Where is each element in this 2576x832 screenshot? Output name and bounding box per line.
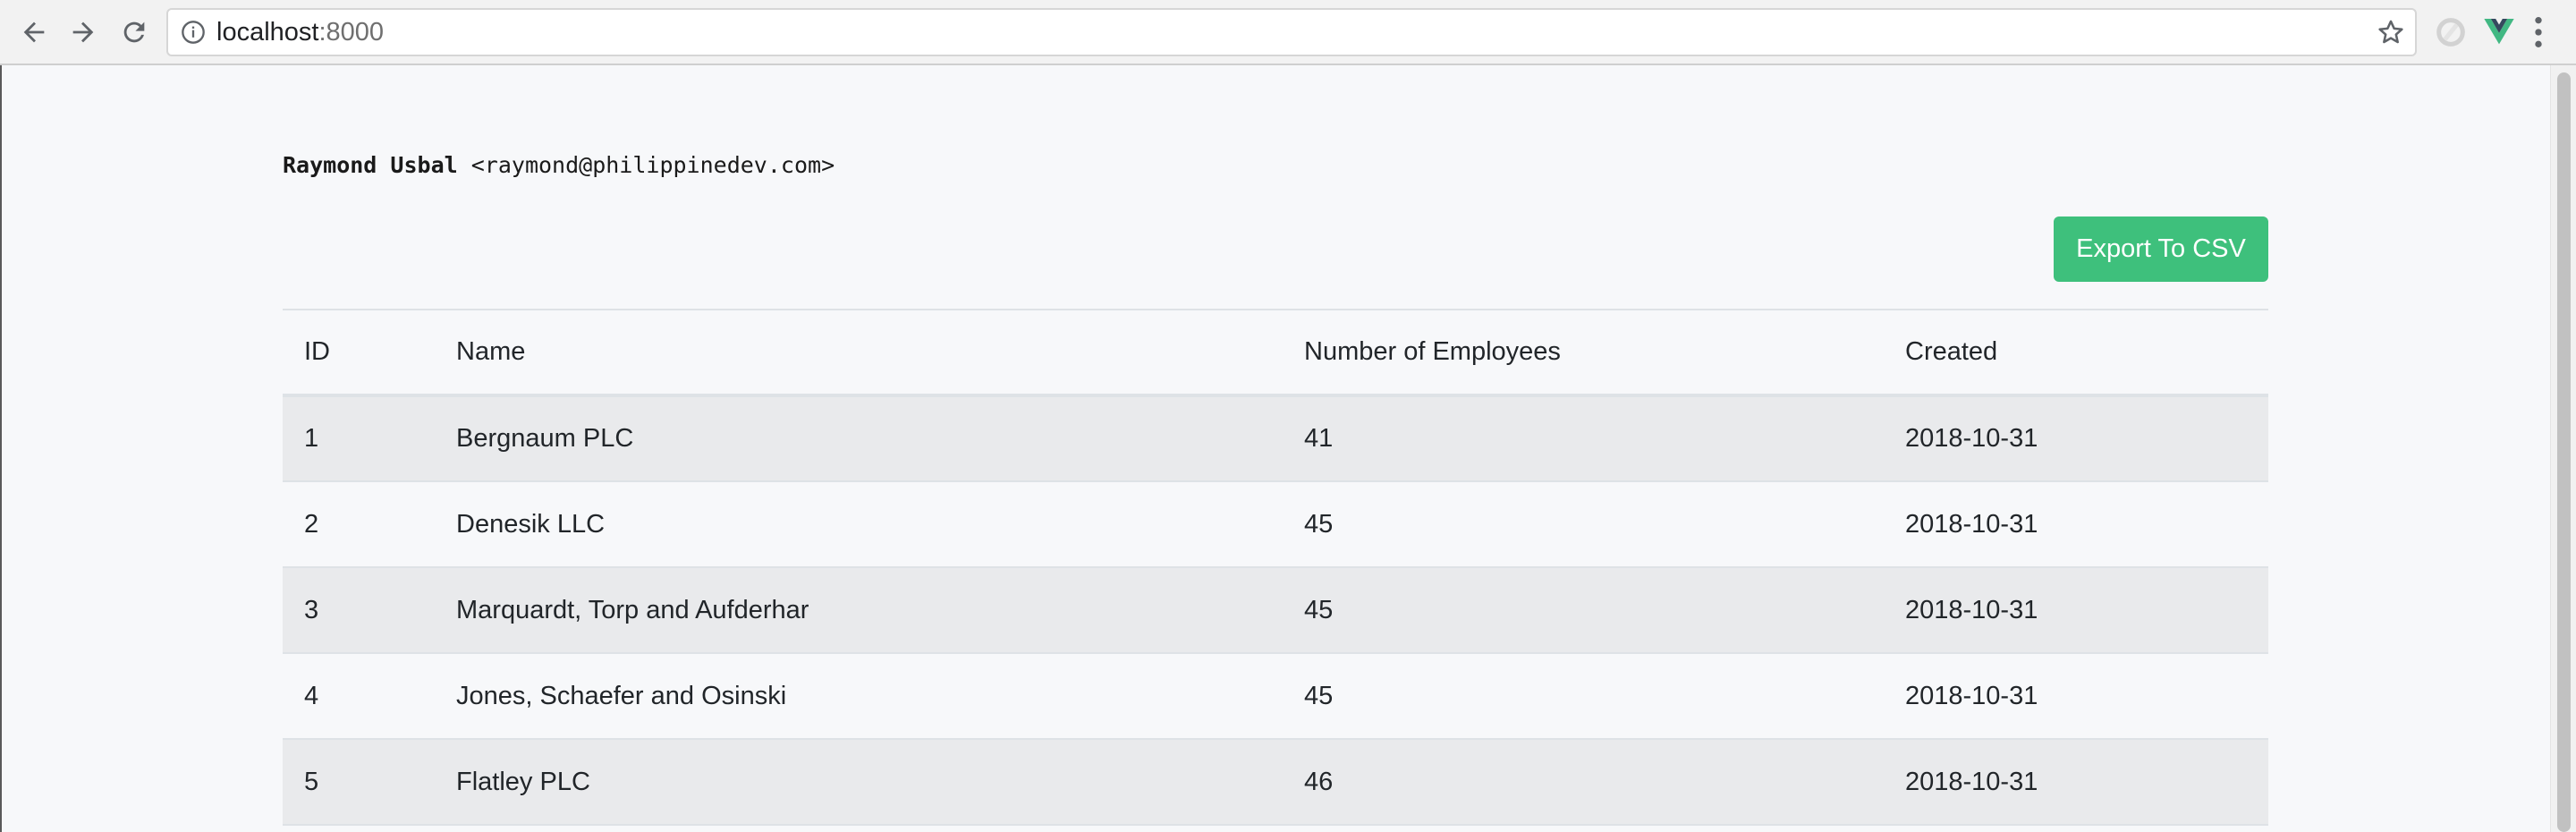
cell-id: 5 bbox=[283, 739, 435, 826]
address-url: localhost:8000 bbox=[216, 10, 384, 55]
cell-id: 2 bbox=[283, 481, 435, 568]
table-row: 1 Bergnaum PLC 41 2018-10-31 bbox=[283, 395, 2268, 482]
companies-table: ID Name Number of Employees Created 1 Be… bbox=[283, 309, 2268, 826]
author-line: Raymond Usbal <raymond@philippinedev.com… bbox=[283, 152, 835, 178]
browser-toolbar: localhost:8000 bbox=[0, 0, 2576, 65]
header-employees: Number of Employees bbox=[1283, 309, 1884, 397]
cell-created: 2018-10-31 bbox=[1884, 653, 2268, 740]
cell-employees: 46 bbox=[1283, 739, 1884, 826]
author-email: <raymond@philippinedev.com> bbox=[470, 152, 835, 178]
reload-icon bbox=[123, 21, 145, 43]
table-row: 3 Marquardt, Torp and Aufderhar 45 2018-… bbox=[283, 567, 2268, 654]
table-header-row: ID Name Number of Employees Created bbox=[283, 309, 2268, 397]
scrollbar-thumb[interactable] bbox=[2557, 72, 2571, 832]
cell-name: Bergnaum PLC bbox=[435, 395, 1283, 482]
export-to-csv-button[interactable]: Export To CSV bbox=[2054, 216, 2268, 282]
cell-id: 3 bbox=[283, 567, 435, 654]
table-row: 2 Denesik LLC 45 2018-10-31 bbox=[283, 481, 2268, 568]
window-edge bbox=[0, 65, 2, 832]
author-name: Raymond Usbal bbox=[283, 152, 458, 178]
cell-employees: 45 bbox=[1283, 653, 1884, 740]
extension-icon[interactable] bbox=[2433, 14, 2469, 50]
cell-created: 2018-10-31 bbox=[1884, 567, 2268, 654]
table-row: 5 Flatley PLC 46 2018-10-31 bbox=[283, 739, 2268, 826]
header-created: Created bbox=[1884, 309, 2268, 397]
cell-created: 2018-10-31 bbox=[1884, 395, 2268, 482]
cell-employees: 45 bbox=[1283, 567, 1884, 654]
reload-button[interactable] bbox=[113, 11, 156, 54]
kebab-menu-icon[interactable] bbox=[2528, 14, 2549, 50]
cell-name: Marquardt, Torp and Aufderhar bbox=[435, 567, 1283, 654]
vue-devtools-icon[interactable] bbox=[2481, 14, 2517, 50]
address-bar[interactable]: localhost:8000 bbox=[166, 8, 2417, 56]
cell-id: 1 bbox=[283, 395, 435, 482]
cell-created: 2018-10-31 bbox=[1884, 481, 2268, 568]
arrow-left-icon bbox=[23, 21, 45, 43]
header-name: Name bbox=[435, 309, 1283, 397]
vertical-scrollbar[interactable] bbox=[2550, 65, 2576, 832]
forward-button[interactable] bbox=[62, 11, 105, 54]
cell-employees: 45 bbox=[1283, 481, 1884, 568]
header-id: ID bbox=[283, 309, 435, 397]
back-button[interactable] bbox=[13, 11, 55, 54]
table-row: 4 Jones, Schaefer and Osinski 45 2018-10… bbox=[283, 653, 2268, 740]
cell-id: 4 bbox=[283, 653, 435, 740]
cell-name: Jones, Schaefer and Osinski bbox=[435, 653, 1283, 740]
url-port: :8000 bbox=[318, 18, 385, 47]
info-icon[interactable] bbox=[181, 20, 206, 45]
cell-employees: 41 bbox=[1283, 395, 1884, 482]
arrow-right-icon bbox=[72, 21, 94, 43]
url-host: localhost bbox=[216, 18, 319, 47]
cell-name: Denesik LLC bbox=[435, 481, 1283, 568]
star-icon[interactable] bbox=[2376, 17, 2406, 47]
cell-created: 2018-10-31 bbox=[1884, 739, 2268, 826]
cell-name: Flatley PLC bbox=[435, 739, 1283, 826]
